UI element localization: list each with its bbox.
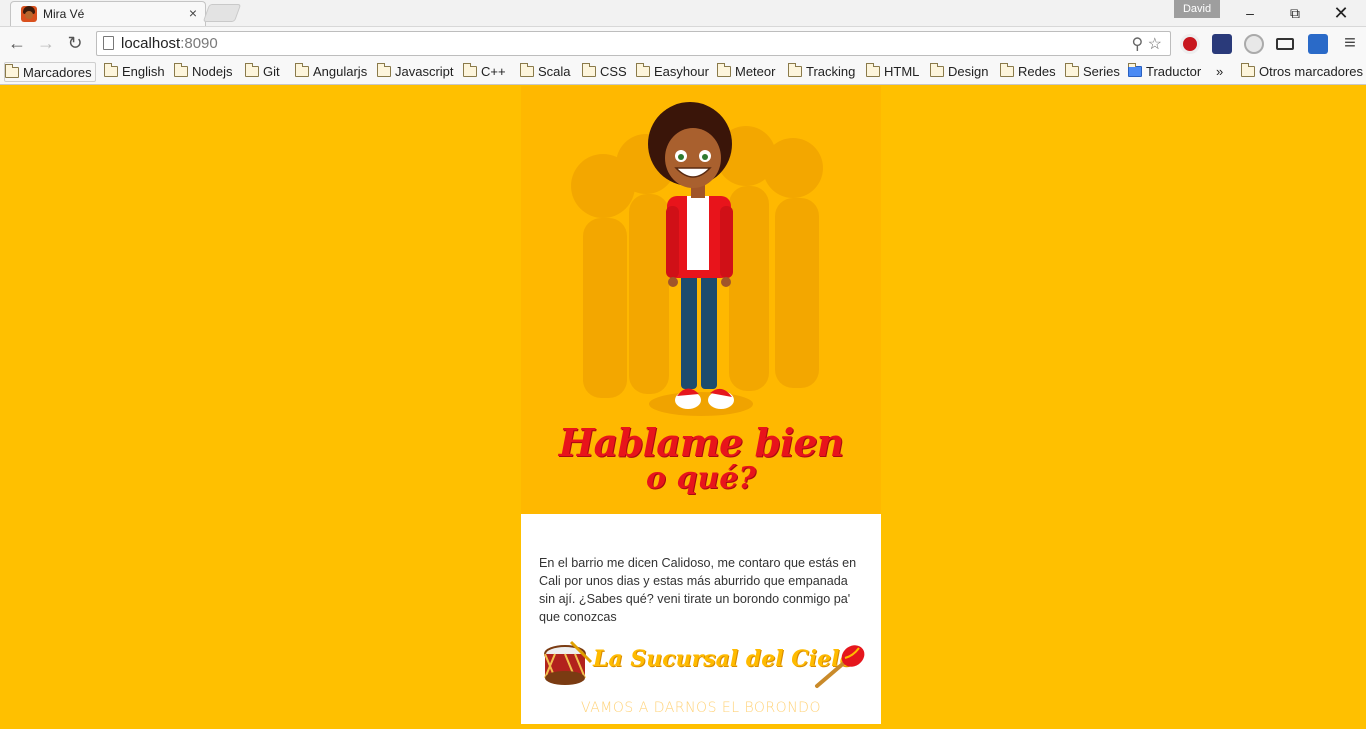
minimize-icon[interactable]: – — [1235, 3, 1265, 23]
bookmark-redes[interactable]: Redes — [1000, 62, 1056, 82]
new-tab-button[interactable] — [202, 4, 242, 22]
bookmark-marcadores[interactable]: Marcadores — [4, 62, 96, 82]
translate-icon — [1128, 63, 1142, 77]
bookmark-javascript[interactable]: Javascript — [377, 62, 454, 82]
folder-icon — [104, 63, 118, 77]
back-icon[interactable]: ← — [6, 32, 28, 54]
search-icon[interactable]: ⚲ — [1131, 36, 1143, 53]
bookmark-easyhour[interactable]: Easyhour — [636, 62, 709, 82]
extension-stop-icon[interactable] — [1180, 34, 1200, 54]
bookmark-label: Nodejs — [192, 64, 233, 79]
bookmark-label: Traductor — [1146, 64, 1202, 79]
site-favicon-icon — [21, 6, 37, 22]
bookmark-meteor[interactable]: Meteor — [717, 62, 775, 82]
profile-button[interactable]: David — [1174, 0, 1220, 18]
folder-icon — [582, 63, 596, 77]
page-icon — [103, 36, 114, 50]
reload-icon[interactable]: ↻ — [64, 32, 86, 54]
bookmark-design[interactable]: Design — [930, 62, 988, 82]
folder-icon — [866, 63, 880, 77]
other-bookmarks-button[interactable]: Otros marcadores — [1241, 62, 1363, 82]
browser-titlebar: Mira Vé × David – ⧉ ✕ — [0, 0, 1366, 26]
folder-icon — [5, 64, 19, 78]
hero-panel: Hablame bien o qué? — [521, 86, 881, 514]
hero-headline: Hablame bien o qué? — [521, 424, 881, 494]
tab-title: Mira Vé — [43, 7, 85, 21]
bookmark-scala[interactable]: Scala — [520, 62, 571, 82]
bookmark-english[interactable]: English — [104, 62, 165, 82]
other-bookmarks-label: Otros marcadores — [1259, 64, 1364, 79]
more-bookmarks-button[interactable]: » — [1212, 62, 1223, 82]
bookmark-html[interactable]: HTML — [866, 62, 919, 82]
bookmark-css[interactable]: CSS — [582, 62, 627, 82]
folder-icon — [295, 63, 309, 77]
headline-line-2: o qué? — [646, 461, 756, 496]
cast-icon[interactable] — [1276, 38, 1294, 50]
tab-close-icon[interactable]: × — [189, 5, 197, 21]
maraca-icon — [815, 645, 865, 688]
bookmark-label: CSS — [600, 64, 627, 79]
folder-icon — [1065, 63, 1079, 77]
bookmark-angularjs[interactable]: Angularjs — [295, 62, 367, 82]
folder-icon — [788, 63, 802, 77]
bookmarks-bar: Marcadores English Nodejs Git Angularjs Javas… — [0, 59, 1366, 85]
bookmark-traductor[interactable]: Traductor — [1128, 62, 1201, 82]
headline-line-1: Hablame bien — [558, 420, 845, 465]
bookmark-label: Tracking — [806, 64, 856, 79]
bookmark-label: Javascript — [395, 64, 454, 79]
folder-icon — [463, 63, 477, 77]
bookmark-label: Scala — [538, 64, 571, 79]
bookmark-star-icon[interactable]: ☆ — [1148, 36, 1162, 53]
tagline: VAMOS A DARNOS EL BORONDO — [581, 700, 821, 716]
info-card: En el barrio me dicen Calidoso, me conta… — [521, 514, 881, 724]
folder-icon — [1241, 63, 1255, 77]
bookmark-tracking[interactable]: Tracking — [788, 62, 855, 82]
brand-logo: La Sucursal del Cielo — [541, 640, 865, 690]
folder-icon — [520, 63, 534, 77]
page-content: Hablame bien o qué? En el barrio me dice… — [0, 86, 1366, 729]
browser-tab[interactable]: Mira Vé × — [10, 1, 206, 26]
bookmark-nodejs[interactable]: Nodejs — [174, 62, 232, 82]
extension-app-icon[interactable] — [1212, 34, 1232, 54]
close-window-icon[interactable]: ✕ — [1326, 3, 1356, 23]
bookmark-label: English — [122, 64, 165, 79]
bookmark-label: HTML — [884, 64, 920, 79]
extension-blue-icon[interactable] — [1308, 34, 1328, 54]
folder-icon — [174, 63, 188, 77]
folder-icon — [930, 63, 944, 77]
folder-icon — [636, 63, 650, 77]
bookmark-series[interactable]: Series — [1065, 62, 1120, 82]
folder-icon — [717, 63, 731, 77]
address-bar[interactable]: localhost:8090 ⚲ ☆ — [96, 31, 1171, 56]
browser-toolbar: ← → ↻ localhost:8090 ⚲ ☆ ≡ — [0, 26, 1366, 59]
bookmark-label: Angularjs — [313, 64, 368, 79]
bookmark-c-[interactable]: C++ — [463, 62, 506, 82]
drum-icon — [544, 640, 593, 685]
bookmark-label: Meteor — [735, 64, 776, 79]
url-text[interactable]: localhost:8090 — [121, 35, 218, 52]
restore-icon[interactable]: ⧉ — [1280, 3, 1310, 23]
story-paragraph: En el barrio me dicen Calidoso, me conta… — [539, 556, 857, 624]
forward-icon[interactable]: → — [35, 32, 57, 54]
bookmark-label: Design — [948, 64, 989, 79]
folder-icon — [377, 63, 391, 77]
folder-icon — [245, 63, 259, 77]
folder-icon — [1000, 63, 1014, 77]
bookmark-label: Series — [1083, 64, 1120, 79]
bookmark-label: Marcadores — [23, 65, 92, 80]
bookmark-label: Easyhour — [654, 64, 709, 79]
bookmark-label: Redes — [1018, 64, 1056, 79]
menu-icon[interactable]: ≡ — [1339, 32, 1361, 54]
bookmark-label: Git — [263, 64, 280, 79]
extension-circle-icon[interactable] — [1244, 34, 1264, 54]
bookmark-label: C++ — [481, 64, 506, 79]
bookmark-git[interactable]: Git — [245, 62, 280, 82]
